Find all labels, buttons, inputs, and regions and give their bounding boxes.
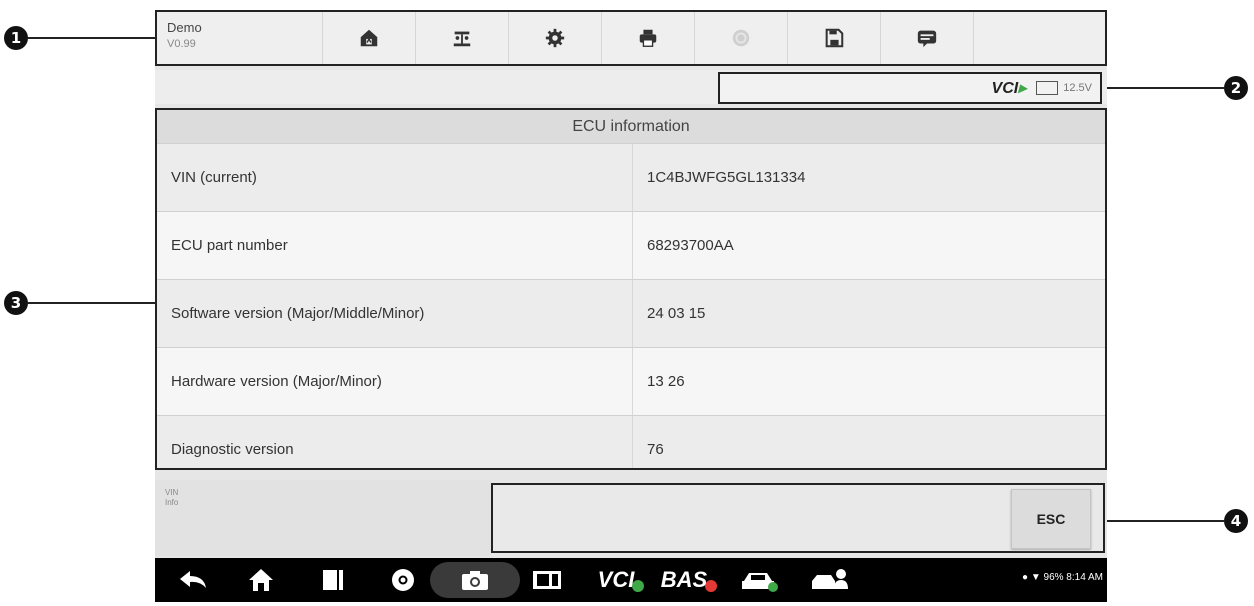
row-value: 68293700AA [647, 237, 734, 254]
row-value: 76 [647, 441, 664, 458]
callout-2: 2 [1107, 76, 1248, 100]
row-value: 1C4BJWFG5GL131334 [647, 169, 806, 186]
callout-number: 4 [1224, 509, 1248, 533]
callout-number: 2 [1224, 76, 1248, 100]
screen-record-button[interactable] [527, 558, 567, 602]
home-nav-button[interactable] [241, 558, 281, 602]
save-icon [825, 28, 844, 48]
settings-icon [545, 28, 565, 48]
table-row: Hardware version (Major/Minor) 13 26 [157, 347, 1105, 415]
callout-4: 4 [1107, 509, 1248, 533]
recent-apps-button[interactable] [315, 558, 351, 602]
callout-number: 3 [4, 291, 28, 315]
help-button[interactable] [695, 12, 788, 64]
remote-expert-button[interactable] [805, 558, 855, 602]
wifi-icon: ● ▼ [1022, 572, 1041, 583]
battery-icon [1036, 81, 1059, 95]
back-button[interactable] [173, 558, 213, 602]
help-icon [732, 29, 750, 47]
row-label: VIN (current) [157, 144, 633, 211]
print-icon [639, 29, 657, 47]
vehicle-info-panel: VIN Info [155, 480, 491, 556]
car-icon [742, 573, 778, 592]
table-row: Software version (Major/Middle/Minor) 24… [157, 279, 1105, 347]
app-title-block: Demo V0.99 [157, 12, 323, 64]
vci-status-label: VCI▸ [991, 80, 1027, 97]
message-icon [917, 30, 937, 48]
print-button[interactable] [602, 12, 695, 64]
vci-status-area: VCI▸ 12.5V [718, 72, 1102, 104]
top-toolbar: Demo V0.99 [155, 10, 1107, 66]
vci-manager-button[interactable]: VCI [591, 558, 651, 602]
row-label: Diagnostic version [157, 416, 633, 468]
callout-1: 1 [4, 26, 155, 50]
vehicle-lift-icon [453, 31, 471, 47]
table-row: VIN (current) 1C4BJWFG5GL131334 [157, 143, 1105, 211]
vci-manager-label: VCI [597, 567, 635, 592]
home-icon [360, 29, 378, 47]
ecu-info-table: ECU information VIN (current) 1C4BJWFG5G… [155, 108, 1107, 470]
bas-label: BAS [660, 567, 708, 592]
callout-3: 3 [4, 291, 155, 315]
app-title: Demo [167, 20, 202, 35]
battery-voltage: 12.5V [1063, 82, 1092, 94]
vehicle-connection-button[interactable] [735, 558, 785, 602]
save-button[interactable] [788, 12, 881, 64]
ecu-info-title: ECU information [157, 110, 1105, 143]
row-value: 13 26 [647, 373, 685, 390]
vehicle-lift-button[interactable] [416, 12, 509, 64]
home-nav-icon [249, 569, 273, 591]
app-version: V0.99 [167, 38, 196, 50]
camera-button[interactable] [455, 558, 495, 602]
callout-number: 1 [4, 26, 28, 50]
info-line-info: Info [165, 498, 179, 507]
camera-icon [462, 571, 488, 590]
message-button[interactable] [881, 12, 974, 64]
system-status: ● ▼ 96% 8:14 AM [1022, 572, 1103, 583]
tablet-screen: Demo V0.99 VCI▸ 12.5V ECU information VI… [155, 10, 1107, 602]
browser-icon [392, 569, 414, 591]
settings-button[interactable] [509, 12, 602, 64]
system-navigation-bar: VCI BAS ● ▼ 96% 8:14 AM [155, 558, 1107, 602]
back-arrow-icon [180, 571, 206, 588]
row-label: Hardware version (Major/Minor) [157, 348, 633, 415]
battery-time-text: 96% 8:14 AM [1043, 572, 1103, 583]
esc-button[interactable]: ESC [1011, 489, 1091, 549]
home-button[interactable] [323, 12, 416, 64]
recent-apps-icon [323, 570, 343, 590]
table-row: ECU part number 68293700AA [157, 211, 1105, 279]
function-button-bar: ESC [491, 483, 1105, 553]
row-label: Software version (Major/Middle/Minor) [157, 280, 633, 347]
car-person-icon [812, 569, 848, 589]
screen-record-icon [533, 571, 561, 589]
table-row: Diagnostic version 76 [157, 415, 1105, 468]
row-label: ECU part number [157, 212, 633, 279]
row-value: 24 03 15 [647, 305, 706, 322]
bas-button[interactable]: BAS [657, 558, 721, 602]
browser-button[interactable] [385, 558, 421, 602]
info-line-vin: VIN [165, 488, 179, 497]
